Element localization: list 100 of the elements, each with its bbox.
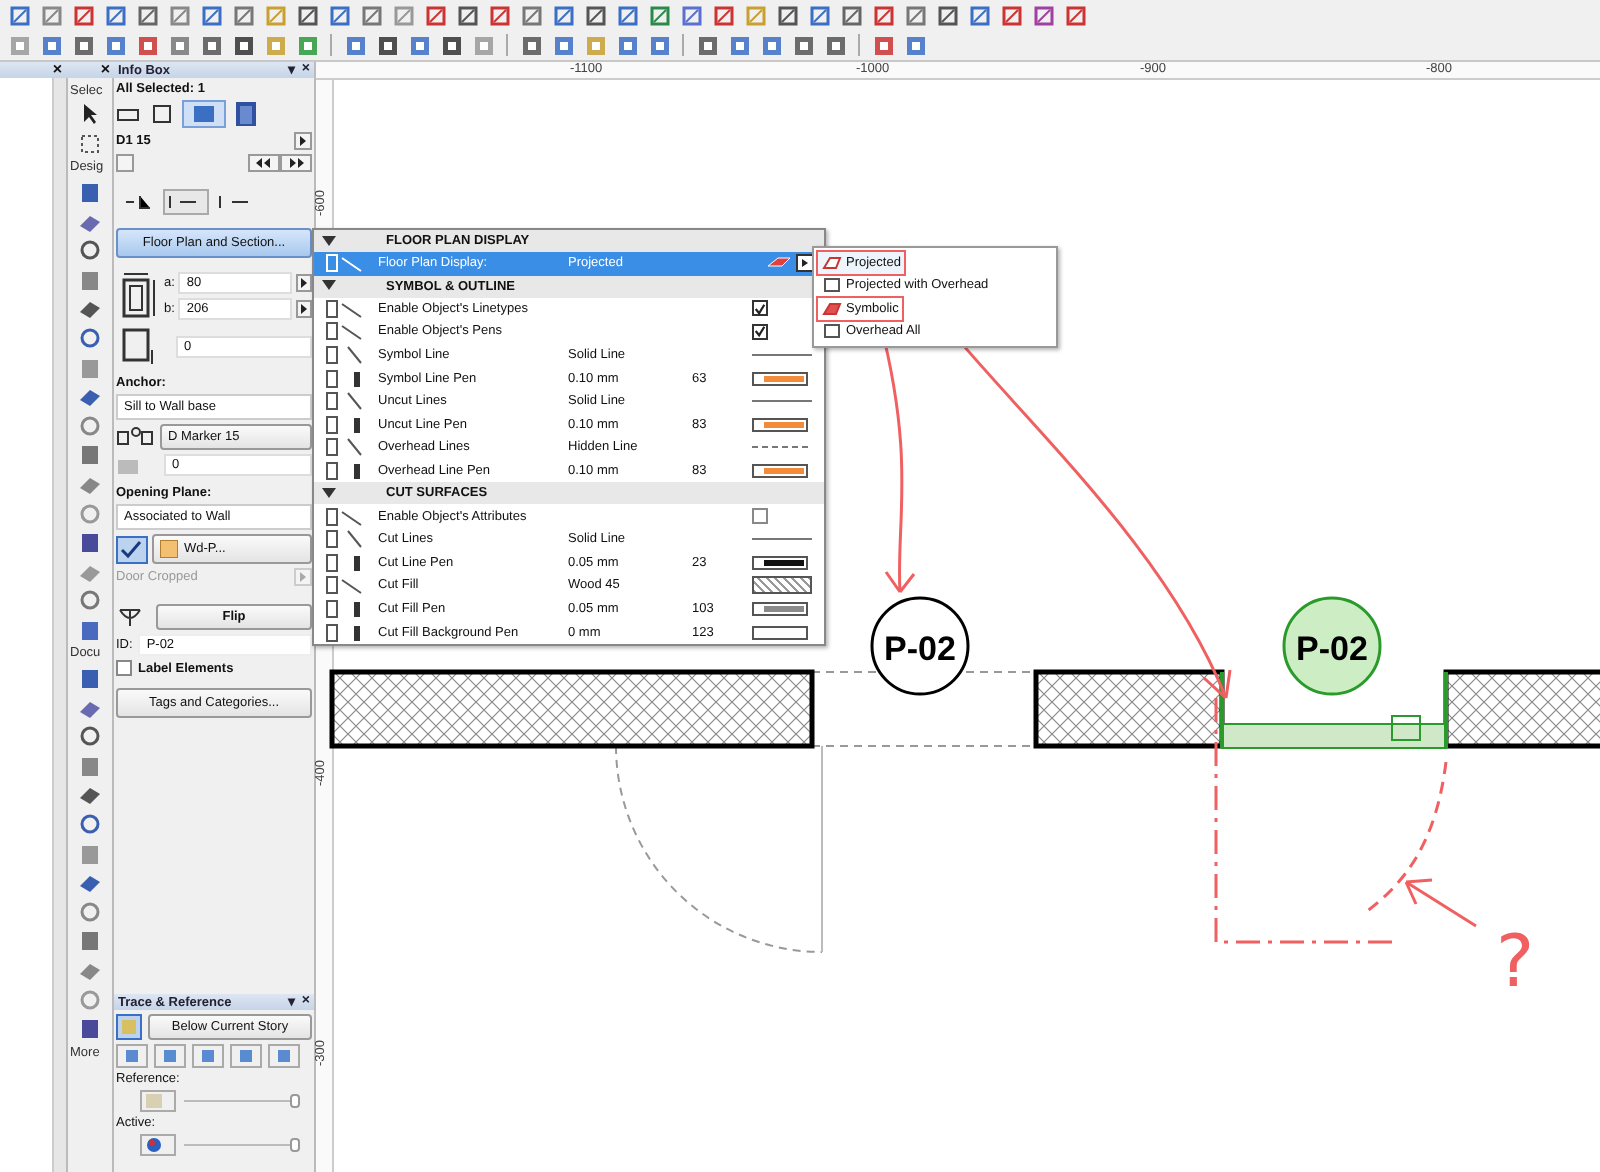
toolbar-icon[interactable] (711, 3, 735, 27)
small-button[interactable] (116, 154, 134, 172)
toolbar-icon[interactable] (135, 3, 159, 27)
toolbar-icon[interactable] (551, 3, 575, 27)
collapse-triangle-icon[interactable] (322, 280, 336, 293)
toolbar-icon[interactable] (967, 3, 991, 27)
tool-icon[interactable] (78, 238, 102, 263)
toolbar-icon[interactable] (551, 33, 575, 57)
trace-tool-icon[interactable] (230, 1044, 262, 1068)
toolbar-icon[interactable] (71, 33, 95, 57)
reference-swatch-icon[interactable] (140, 1090, 176, 1112)
setting-checkbox[interactable] (752, 323, 768, 340)
arrow-button[interactable] (296, 274, 312, 292)
toolbar-icon[interactable] (807, 3, 831, 27)
toolbar-icon[interactable] (647, 33, 671, 57)
setting-icon (326, 415, 362, 434)
setting-checkbox[interactable] (752, 300, 768, 317)
toolbar-icon[interactable] (39, 33, 63, 57)
setting-icon (326, 507, 362, 526)
slider-thumb[interactable] (289, 1094, 300, 1108)
toolbar-icon[interactable] (791, 33, 815, 57)
toolbar-icon[interactable] (359, 3, 383, 27)
collapse-triangle-icon[interactable] (322, 235, 336, 247)
toolbar-icon[interactable] (7, 3, 31, 27)
arrow-button[interactable] (296, 300, 312, 318)
toolbar-icon[interactable] (903, 33, 927, 57)
tool-icon[interactable] (78, 1016, 102, 1041)
toolbar-icon[interactable] (103, 3, 127, 27)
toolbar-icon[interactable] (583, 3, 607, 27)
tool-icon[interactable] (78, 782, 102, 807)
pen-swatch[interactable] (752, 625, 808, 640)
toolbar-icon[interactable] (327, 3, 351, 27)
tool-icon[interactable] (78, 102, 102, 127)
door-tag: P-02 (870, 596, 970, 696)
toolbar-icon[interactable] (199, 33, 223, 57)
toolbar-icon[interactable] (135, 33, 159, 57)
toolbar-icon[interactable] (1063, 3, 1087, 27)
display-mode-icons[interactable] (766, 254, 814, 273)
previous-next-buttons[interactable] (248, 154, 312, 172)
setting-icon (326, 600, 362, 619)
arrow-button[interactable] (294, 132, 312, 150)
door-plan-icon[interactable] (116, 104, 144, 124)
pen-swatch[interactable] (752, 371, 808, 386)
pen-swatch[interactable] (752, 555, 808, 570)
close-button[interactable]: × (52, 62, 62, 78)
toolbar-icon[interactable] (407, 33, 431, 57)
toolbar-icon[interactable] (343, 33, 367, 57)
toolbar-icon[interactable] (871, 3, 895, 27)
toolbar-icon[interactable] (487, 3, 511, 27)
toolbar-icon[interactable] (759, 33, 783, 57)
setting-icon (326, 623, 362, 642)
toolbar-icon[interactable] (727, 33, 751, 57)
toolbar-icon[interactable] (647, 3, 671, 27)
toolbar-icon[interactable] (519, 3, 543, 27)
pen-swatch[interactable] (752, 464, 808, 479)
label-elements-checkbox[interactable] (116, 660, 132, 676)
trace-toggle-icon[interactable] (116, 1014, 142, 1040)
slider-thumb[interactable] (289, 1138, 300, 1152)
toolbar-icon[interactable] (231, 33, 255, 57)
material-override-icon[interactable] (116, 535, 148, 563)
tool-icon[interactable] (78, 296, 102, 321)
toolbar-icon[interactable] (1031, 3, 1055, 27)
toolbar-icon[interactable] (839, 3, 863, 27)
setting-checkbox[interactable] (752, 508, 768, 525)
toolbar-icon[interactable] (695, 33, 719, 57)
toolbar-icon[interactable] (615, 33, 639, 57)
pen-swatch[interactable] (752, 602, 808, 617)
toolbar-icon[interactable] (903, 3, 927, 27)
toolbar-icon[interactable] (103, 33, 127, 57)
toolbar-icon[interactable] (71, 3, 95, 27)
trace-tool-icon[interactable] (154, 1044, 186, 1068)
tool-icon[interactable] (78, 530, 102, 555)
toolbar-icon[interactable] (999, 3, 1023, 27)
toolbar-icon[interactable] (167, 33, 191, 57)
toolbar-icon[interactable] (295, 3, 319, 27)
setting-icon (326, 530, 362, 549)
toolbar-icon[interactable] (423, 3, 447, 27)
collapse-triangle-icon[interactable] (322, 487, 336, 500)
toolbar-icon[interactable] (519, 33, 543, 57)
toolbar-icon[interactable] (775, 3, 799, 27)
toolbar-icon[interactable] (679, 3, 703, 27)
active-swatch-icon[interactable] (140, 1134, 176, 1156)
toolbar-icon[interactable] (439, 33, 463, 57)
trace-tool-icon[interactable] (116, 1044, 148, 1068)
toolbar-icon[interactable] (455, 3, 479, 27)
toolbar-icon[interactable] (615, 3, 639, 27)
toolbar-icon[interactable] (823, 33, 847, 57)
fill-swatch[interactable] (752, 576, 812, 595)
door-icon[interactable] (230, 100, 262, 128)
tool-icon[interactable] (78, 724, 102, 749)
toolbar-icon[interactable] (375, 33, 399, 57)
toolbar-icon[interactable] (231, 3, 255, 27)
toolbar-icon[interactable] (871, 33, 895, 57)
toolbar-icon[interactable] (199, 3, 223, 27)
pen-swatch[interactable] (752, 417, 808, 432)
tool-icon[interactable] (78, 131, 102, 156)
toolbar-icon[interactable] (935, 3, 959, 27)
setting-icon (326, 462, 362, 481)
trace-tool-icon[interactable] (268, 1044, 300, 1068)
trace-tool-icon[interactable] (192, 1044, 224, 1068)
